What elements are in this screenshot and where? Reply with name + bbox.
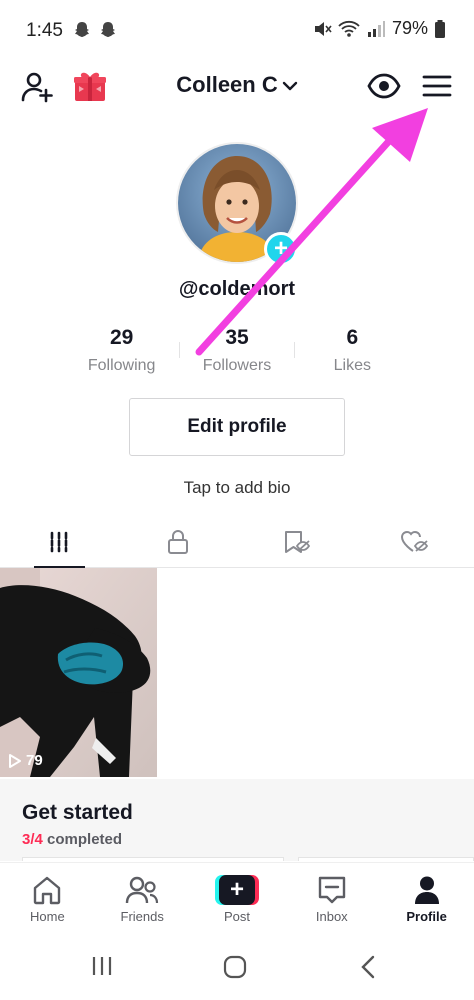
add-photo-plus-icon[interactable]: + — [264, 232, 298, 266]
recent-apps-button[interactable] — [90, 954, 114, 983]
bio-placeholder[interactable]: Tap to add bio — [0, 478, 474, 498]
system-navigation-bar — [0, 934, 474, 1000]
stat-followers[interactable]: 35 Followers — [179, 322, 294, 382]
home-system-button[interactable] — [222, 954, 248, 985]
profile-content-tabs — [0, 516, 474, 568]
get-started-title: Get started — [22, 801, 133, 824]
nav-friends[interactable]: Friends — [95, 863, 190, 934]
stat-divider — [179, 342, 180, 358]
nav-profile[interactable]: Profile — [379, 863, 474, 934]
home-circle-icon — [223, 955, 247, 979]
status-notification-icons — [72, 20, 118, 40]
profile-avatar-container[interactable]: + — [176, 142, 300, 266]
nav-label: Post — [223, 909, 250, 924]
view-count-value: 79 — [26, 752, 43, 769]
status-system-icons: 79% — [312, 18, 446, 39]
bookmark-hidden-icon — [285, 530, 311, 553]
bottom-navigation: Home Friends + Post Inbox Profile — [0, 862, 474, 934]
hamburger-menu-icon — [422, 75, 452, 97]
friends-icon — [125, 876, 159, 904]
signal-icon — [367, 20, 385, 37]
profile-header: Colleen C — [0, 62, 474, 110]
stat-divider — [294, 342, 295, 358]
profile-views-button[interactable] — [367, 72, 401, 100]
profile-stats: 29 Following 35 Followers 6 Likes — [64, 322, 410, 382]
tab-saved[interactable] — [237, 516, 356, 567]
battery-icon — [435, 19, 445, 38]
tab-videos[interactable] — [0, 516, 119, 568]
nav-post[interactable]: + Post — [190, 863, 285, 934]
inbox-icon — [318, 876, 345, 904]
wifi-icon — [338, 20, 360, 37]
username: @coldemort — [178, 278, 296, 300]
tab-liked[interactable] — [356, 516, 474, 567]
nav-label: Friends — [120, 909, 164, 924]
post-icon: + — [214, 875, 259, 905]
back-system-button[interactable] — [358, 954, 378, 985]
progress-text: completed — [47, 831, 123, 848]
account-name: Colleen C — [176, 72, 278, 97]
heart-hidden-icon — [400, 530, 428, 552]
stat-value: 6 — [346, 326, 359, 349]
video-grid-icon — [50, 531, 68, 552]
status-bar: 1:45 79% — [0, 0, 474, 62]
back-chevron-icon — [361, 955, 375, 979]
tab-private[interactable] — [119, 516, 238, 567]
nav-home[interactable]: Home — [0, 863, 95, 934]
get-started-panel[interactable]: Get started 3/4 completed — [0, 779, 474, 861]
snapchat-notification-icon-2 — [101, 22, 115, 37]
video-thumbnail[interactable]: 79 — [0, 568, 157, 777]
battery-percent: 79% — [391, 18, 428, 38]
eye-icon — [367, 73, 401, 99]
stat-following[interactable]: 29 Following — [64, 322, 179, 382]
nav-label: Inbox — [315, 909, 348, 924]
lock-icon — [167, 529, 188, 554]
status-time: 1:45 — [26, 20, 63, 41]
stat-label: Followers — [202, 357, 272, 374]
get-started-progress: 3/4 completed — [22, 831, 122, 848]
nav-inbox[interactable]: Inbox — [284, 863, 379, 934]
stat-likes[interactable]: 6 Likes — [295, 322, 410, 382]
stat-label: Likes — [333, 357, 371, 374]
task-card-peek[interactable] — [298, 857, 474, 861]
edit-profile-button[interactable]: Edit profile — [129, 398, 345, 456]
chevron-down-icon — [282, 73, 298, 99]
play-icon — [9, 753, 21, 768]
nav-label: Home — [30, 909, 65, 924]
snapchat-notification-icon — [75, 22, 89, 37]
stat-label: Following — [87, 357, 156, 374]
video-preview-image — [0, 568, 157, 777]
stat-value: 35 — [225, 326, 249, 349]
home-icon — [34, 876, 61, 905]
mute-icon — [314, 21, 332, 36]
nav-label: Profile — [406, 909, 447, 924]
view-count: 79 — [8, 752, 43, 769]
recent-apps-icon — [92, 957, 112, 975]
task-card-peek[interactable] — [22, 857, 284, 861]
profile-icon — [414, 876, 439, 904]
stat-value: 29 — [109, 326, 134, 349]
account-switcher[interactable]: Colleen C — [0, 72, 474, 99]
progress-count: 3/4 — [22, 831, 43, 848]
menu-button[interactable] — [422, 74, 452, 98]
